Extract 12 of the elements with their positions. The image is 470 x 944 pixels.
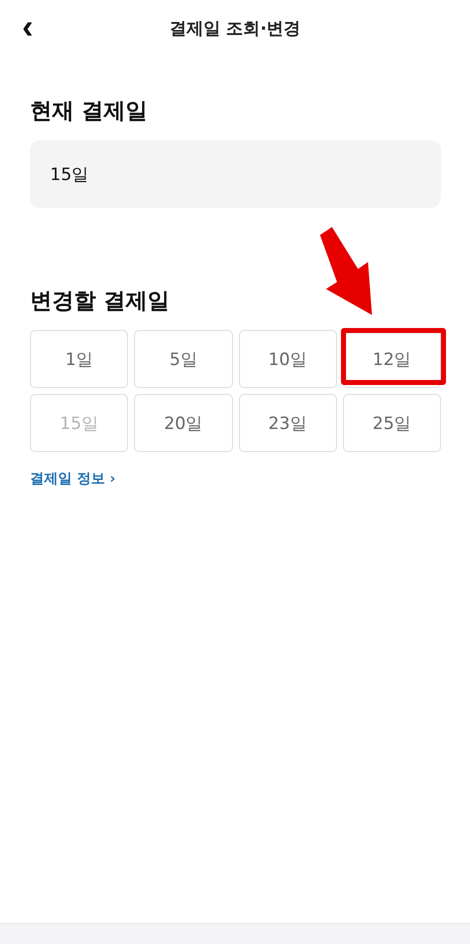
page-title: 결제일 조회·변경 xyxy=(169,18,301,40)
section-heading: 변경할 결제일 xyxy=(30,288,171,316)
day-option[interactable]: 25일 xyxy=(342,394,441,452)
day-option[interactable]: 10일 xyxy=(238,330,337,388)
day-option[interactable]: 23일 xyxy=(238,394,337,452)
section-heading: 현재 결제일 xyxy=(30,98,149,126)
current-date-value: 15일 xyxy=(50,164,89,186)
day-option[interactable]: 20일 xyxy=(134,394,232,452)
back-button[interactable]: ‹ xyxy=(18,12,38,42)
info-link[interactable]: 결제일 정보 › xyxy=(30,470,116,488)
day-option[interactable]: 5일 xyxy=(134,330,232,388)
day-option[interactable]: 1일 xyxy=(30,330,128,388)
